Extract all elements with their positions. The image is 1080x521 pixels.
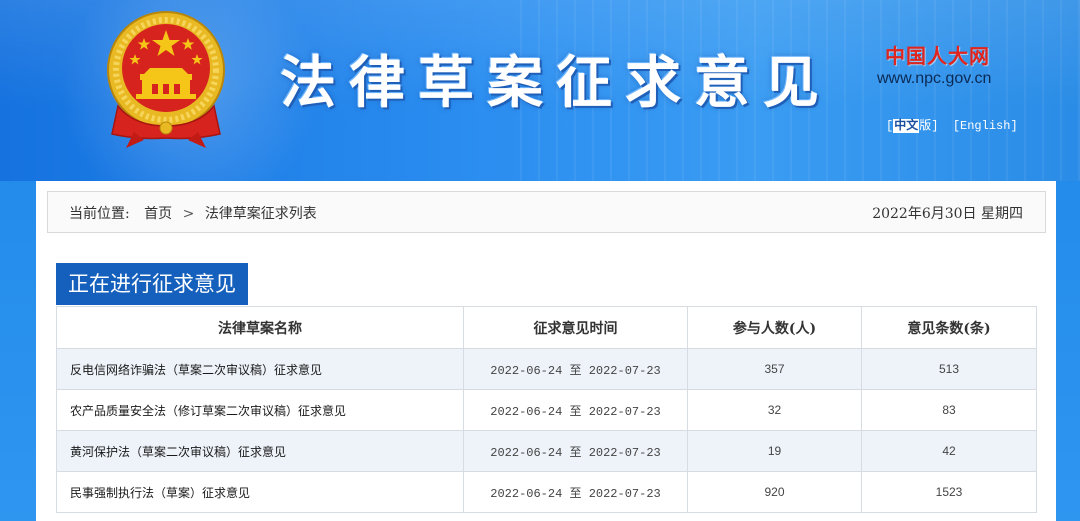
period-end: 2022-07-23 xyxy=(588,445,661,460)
breadcrumb-home-link[interactable]: 首页 xyxy=(144,206,172,222)
drafts-table: 法律草案名称 征求意见时间 参与人数(人) 意见条数(条) 反电信网络诈骗法（草… xyxy=(56,306,1037,513)
table-row[interactable]: 农产品质量安全法（修订草案二次审议稿）征求意见 2022-06-24 至 202… xyxy=(56,389,1037,431)
breadcrumb-separator: > xyxy=(182,206,195,222)
brand-url[interactable]: www.npc.gov.cn xyxy=(877,70,991,88)
opinions-cell: 513 xyxy=(861,348,1037,390)
period-separator: 至 xyxy=(569,486,582,501)
draft-name-link[interactable]: 反电信网络诈骗法（草案二次审议稿）征求意见 xyxy=(56,348,464,390)
draft-name-link[interactable]: 黄河保护法（草案二次审议稿）征求意见 xyxy=(56,430,464,472)
participants-cell: 19 xyxy=(687,430,862,472)
opinions-cell: 83 xyxy=(861,389,1037,431)
table-row[interactable]: 民事强制执行法（草案）征求意见 2022-06-24 至 2022-07-23 … xyxy=(56,471,1037,513)
breadcrumb-bar: 当前位置: 首页 > 法律草案征求列表 2022年6月30日 星期四 xyxy=(47,191,1046,233)
period-cell: 2022-06-24 至 2022-07-23 xyxy=(463,389,688,431)
lang-suffix: 版] xyxy=(919,119,939,133)
breadcrumb: 当前位置: 首页 > 法律草案征求列表 xyxy=(69,203,317,223)
table-row[interactable]: 黄河保护法（草案二次审议稿）征求意见 2022-06-24 至 2022-07-… xyxy=(56,430,1037,472)
participants-cell: 32 xyxy=(687,389,862,431)
period-start: 2022-06-24 xyxy=(490,445,563,460)
period-end: 2022-07-23 xyxy=(588,363,661,378)
period-start: 2022-06-24 xyxy=(490,486,563,501)
content-panel: 当前位置: 首页 > 法律草案征求列表 2022年6月30日 星期四 正在进行征… xyxy=(36,181,1056,521)
lang-english-link[interactable]: [English] xyxy=(953,119,1018,133)
table-row[interactable]: 反电信网络诈骗法（草案二次审议稿）征求意见 2022-06-24 至 2022-… xyxy=(56,348,1037,390)
column-header-time: 征求意见时间 xyxy=(463,306,688,349)
breadcrumb-prefix: 当前位置: xyxy=(69,206,130,222)
column-header-opinions: 意见条数(条) xyxy=(861,306,1037,349)
header-banner: 法律草案征求意见 中国人大网 www.npc.gov.cn [中文版] [Eng… xyxy=(0,0,1080,181)
period-cell: 2022-06-24 至 2022-07-23 xyxy=(463,471,688,513)
breadcrumb-current-link[interactable]: 法律草案征求列表 xyxy=(205,206,317,222)
brand-logo-text[interactable]: 中国人大网 xyxy=(885,40,990,69)
section-title: 正在进行征求意见 xyxy=(56,263,248,305)
period-end: 2022-07-23 xyxy=(588,404,661,419)
opinions-cell: 42 xyxy=(861,430,1037,472)
participants-cell: 357 xyxy=(687,348,862,390)
national-emblem-icon xyxy=(107,11,225,148)
period-separator: 至 xyxy=(569,445,582,460)
table-header-row: 法律草案名称 征求意见时间 参与人数(人) 意见条数(条) xyxy=(56,306,1037,349)
column-header-participants: 参与人数(人) xyxy=(687,306,862,349)
period-start: 2022-06-24 xyxy=(490,404,563,419)
site-title: 法律草案征求意见 xyxy=(280,50,832,116)
period-cell: 2022-06-24 至 2022-07-23 xyxy=(463,430,688,472)
lang-chinese-link[interactable]: 中文 xyxy=(893,119,920,133)
opinions-cell: 1523 xyxy=(861,471,1037,513)
current-date: 2022年6月30日 星期四 xyxy=(872,206,1023,222)
period-start: 2022-06-24 xyxy=(490,363,563,378)
period-end: 2022-07-23 xyxy=(588,486,661,501)
period-separator: 至 xyxy=(569,363,582,378)
period-cell: 2022-06-24 至 2022-07-23 xyxy=(463,348,688,390)
draft-name-link[interactable]: 民事强制执行法（草案）征求意见 xyxy=(56,471,464,513)
draft-name-link[interactable]: 农产品质量安全法（修订草案二次审议稿）征求意见 xyxy=(56,389,464,431)
language-switcher: [中文版] [English] xyxy=(886,116,1018,133)
period-separator: 至 xyxy=(569,404,582,419)
participants-cell: 920 xyxy=(687,471,862,513)
column-header-name: 法律草案名称 xyxy=(56,306,464,349)
